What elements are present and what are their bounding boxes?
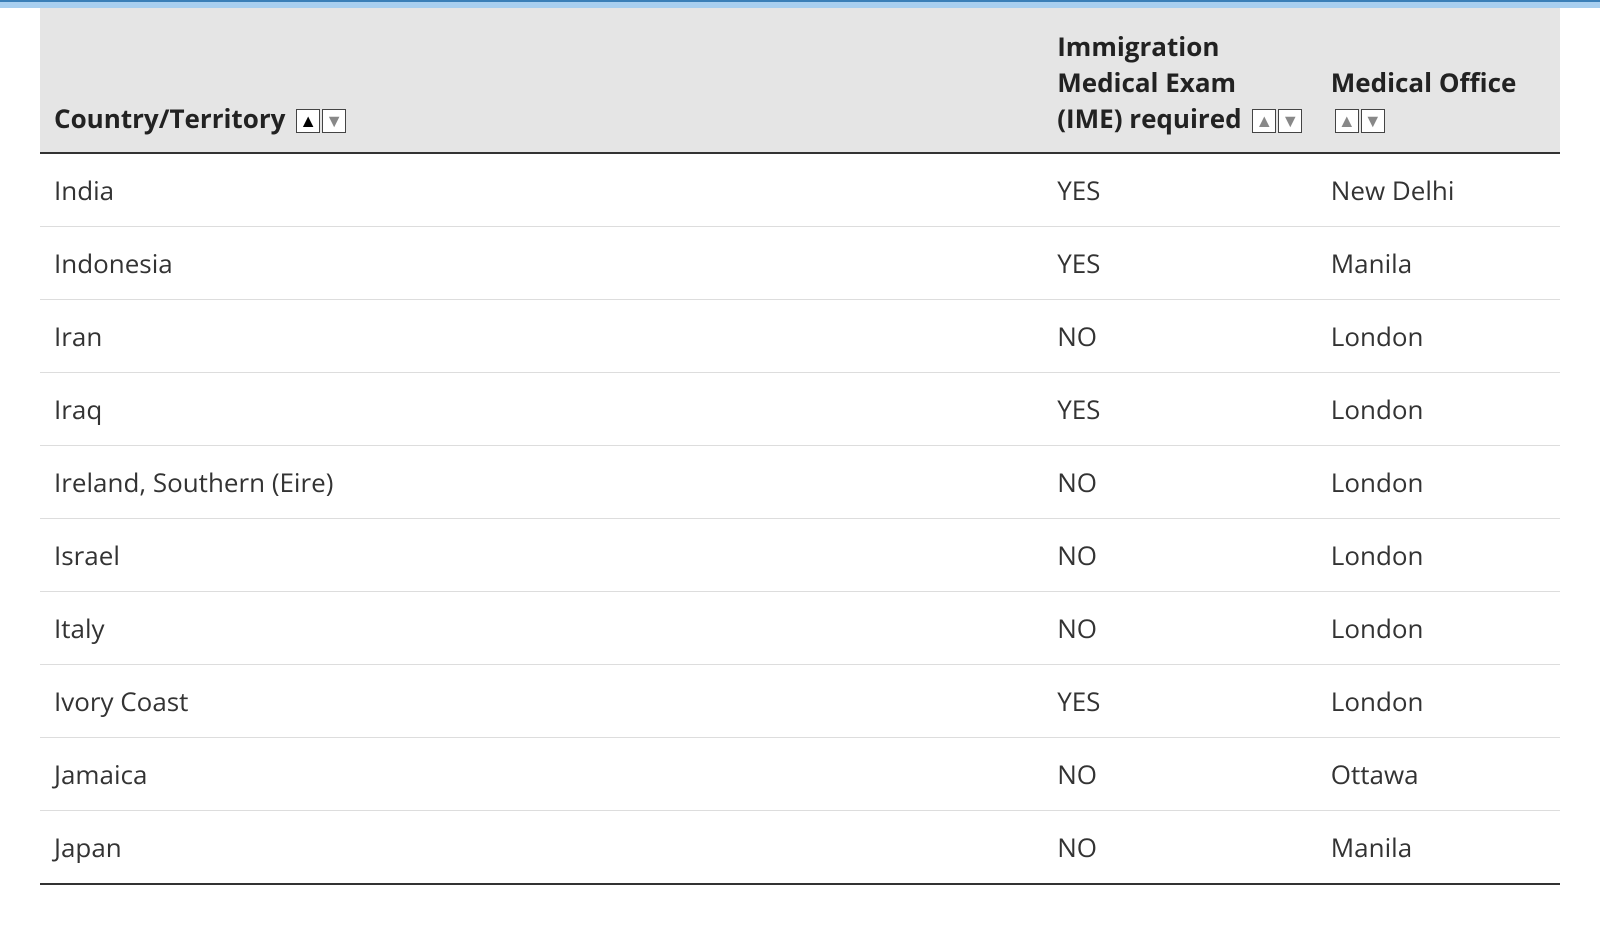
sort-desc-office[interactable]: ▼ xyxy=(1361,109,1385,133)
header-ime-label: Immigration Medical Exam (IME) required xyxy=(1057,28,1241,136)
cell-office: London xyxy=(1317,373,1560,446)
page-wrapper: Country/Territory ▲ ▼ Immigration Medica… xyxy=(0,0,1600,925)
cell-ime: NO xyxy=(1043,519,1317,592)
sort-controls-ime: ▲ ▼ xyxy=(1252,109,1302,133)
cell-office: London xyxy=(1317,446,1560,519)
sort-asc-country[interactable]: ▲ xyxy=(296,109,320,133)
header-country-label: Country/Territory xyxy=(54,100,285,136)
sort-desc-country[interactable]: ▼ xyxy=(322,109,346,133)
cell-country: Italy xyxy=(40,592,1043,665)
cell-country: Iraq xyxy=(40,373,1043,446)
table-row: IsraelNOLondon xyxy=(40,519,1560,592)
table-row: JapanNOManila xyxy=(40,811,1560,885)
cell-ime: NO xyxy=(1043,446,1317,519)
cell-ime: NO xyxy=(1043,811,1317,885)
arrow-down-icon: ▼ xyxy=(325,112,343,130)
table-row: IndonesiaYESManila xyxy=(40,227,1560,300)
sort-desc-ime[interactable]: ▼ xyxy=(1278,109,1302,133)
cell-office: London xyxy=(1317,519,1560,592)
header-office: Medical Office ▲ ▼ xyxy=(1317,8,1560,153)
table-row: Ireland, Southern (Eire)NOLondon xyxy=(40,446,1560,519)
cell-ime: YES xyxy=(1043,665,1317,738)
cell-ime: YES xyxy=(1043,153,1317,227)
arrow-up-icon: ▲ xyxy=(1255,112,1273,130)
arrow-up-icon: ▲ xyxy=(299,112,317,130)
sort-controls-office: ▲ ▼ xyxy=(1335,109,1385,133)
cell-country: Ireland, Southern (Eire) xyxy=(40,446,1043,519)
arrow-down-icon: ▼ xyxy=(1281,112,1299,130)
sort-asc-ime[interactable]: ▲ xyxy=(1252,109,1276,133)
header-country: Country/Territory ▲ ▼ xyxy=(40,8,1043,153)
arrow-down-icon: ▼ xyxy=(1364,112,1382,130)
arrow-up-icon: ▲ xyxy=(1338,112,1356,130)
country-table: Country/Territory ▲ ▼ Immigration Medica… xyxy=(40,8,1560,885)
cell-ime: YES xyxy=(1043,227,1317,300)
cell-office: Manila xyxy=(1317,227,1560,300)
top-highlight-bar xyxy=(0,0,1600,8)
header-office-label: Medical Office xyxy=(1331,64,1517,100)
cell-office: London xyxy=(1317,665,1560,738)
header-ime: Immigration Medical Exam (IME) required … xyxy=(1043,8,1317,153)
cell-ime: NO xyxy=(1043,592,1317,665)
cell-office: Manila xyxy=(1317,811,1560,885)
cell-office: London xyxy=(1317,300,1560,373)
table-row: Ivory CoastYESLondon xyxy=(40,665,1560,738)
sort-controls-country: ▲ ▼ xyxy=(296,109,346,133)
table-row: ItalyNOLondon xyxy=(40,592,1560,665)
table-row: IraqYESLondon xyxy=(40,373,1560,446)
cell-office: London xyxy=(1317,592,1560,665)
cell-ime: NO xyxy=(1043,300,1317,373)
table-body: IndiaYESNew DelhiIndonesiaYESManilaIranN… xyxy=(40,153,1560,884)
cell-country: India xyxy=(40,153,1043,227)
cell-country: Israel xyxy=(40,519,1043,592)
cell-country: Japan xyxy=(40,811,1043,885)
cell-country: Indonesia xyxy=(40,227,1043,300)
cell-office: New Delhi xyxy=(1317,153,1560,227)
cell-country: Jamaica xyxy=(40,738,1043,811)
cell-ime: YES xyxy=(1043,373,1317,446)
table-header: Country/Territory ▲ ▼ Immigration Medica… xyxy=(40,8,1560,153)
cell-ime: NO xyxy=(1043,738,1317,811)
cell-country: Iran xyxy=(40,300,1043,373)
cell-office: Ottawa xyxy=(1317,738,1560,811)
sort-asc-office[interactable]: ▲ xyxy=(1335,109,1359,133)
table-row: IranNOLondon xyxy=(40,300,1560,373)
cell-country: Ivory Coast xyxy=(40,665,1043,738)
table-row: IndiaYESNew Delhi xyxy=(40,153,1560,227)
table-row: JamaicaNOOttawa xyxy=(40,738,1560,811)
